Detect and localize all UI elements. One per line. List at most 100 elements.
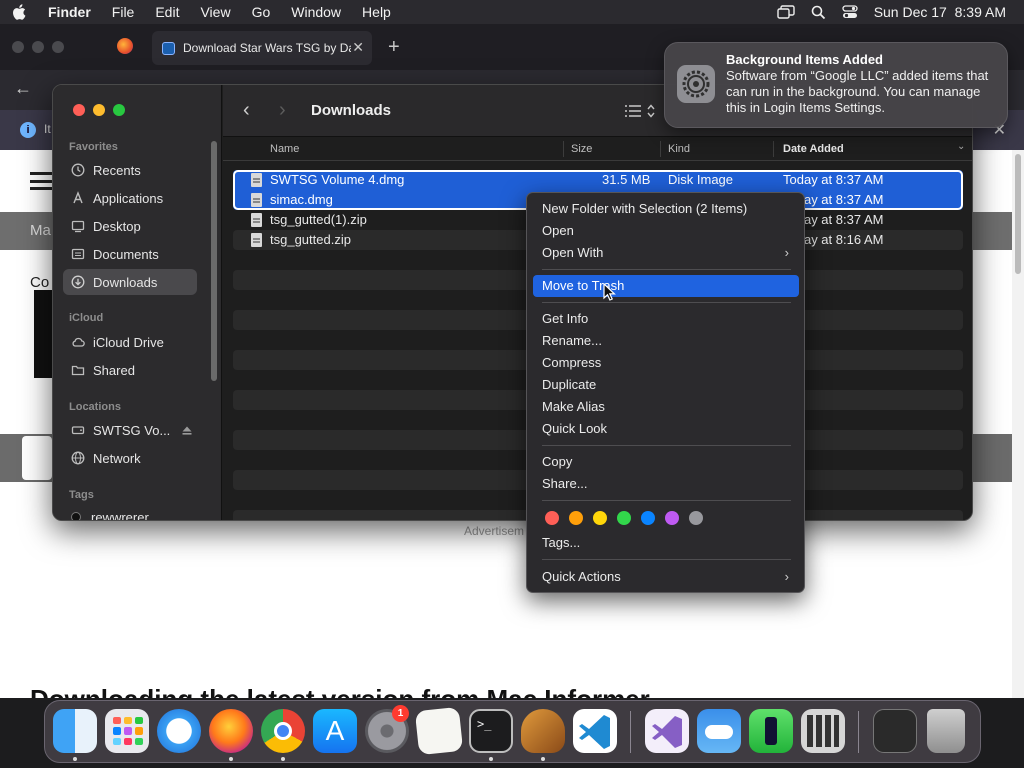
- browser-scroll-thumb[interactable]: [1015, 154, 1021, 274]
- app-store-icon[interactable]: A: [313, 709, 357, 753]
- browser-minimize-button[interactable]: [32, 41, 44, 53]
- chrome-icon[interactable]: [261, 709, 305, 753]
- sidebar-item-applications[interactable]: Applications: [63, 185, 197, 211]
- file-name: SWTSG Volume 4.dmg: [270, 172, 405, 187]
- menu-item-quick-actions[interactable]: Quick Actions ›: [533, 566, 799, 588]
- facetime-icon[interactable]: [749, 709, 793, 753]
- menu-item-open-with[interactable]: Open With ›: [533, 242, 799, 264]
- menu-view[interactable]: View: [200, 4, 230, 20]
- eject-icon[interactable]: [182, 426, 192, 435]
- visual-studio-icon[interactable]: [645, 709, 689, 753]
- menu-item-move-to-trash[interactable]: Move to Trash: [533, 275, 799, 297]
- tag-gray-icon[interactable]: [689, 511, 703, 525]
- hamburger-menu-icon[interactable]: [30, 172, 52, 190]
- terminal-icon[interactable]: >_: [469, 709, 513, 753]
- tag-orange-icon[interactable]: [569, 511, 583, 525]
- launchpad-icon[interactable]: [105, 709, 149, 753]
- menu-item-open[interactable]: Open: [533, 220, 799, 242]
- running-indicator: [229, 757, 233, 761]
- mouse-pointer-icon: [603, 283, 616, 301]
- menu-help[interactable]: Help: [362, 4, 391, 20]
- menu-app-name[interactable]: Finder: [48, 4, 91, 20]
- tag-blue-icon[interactable]: [641, 511, 655, 525]
- new-tab-icon[interactable]: +: [388, 36, 400, 59]
- context-menu: New Folder with Selection (2 Items) Open…: [526, 192, 805, 593]
- menu-item-make-alias[interactable]: Make Alias: [533, 396, 799, 418]
- menu-item-new-folder-with-selection[interactable]: New Folder with Selection (2 Items): [533, 198, 799, 220]
- forward-chevron-icon[interactable]: ›: [279, 99, 286, 122]
- sidebar-item-documents[interactable]: Documents: [63, 241, 197, 267]
- firefox-icon[interactable]: [209, 709, 253, 753]
- menu-item-rename[interactable]: Rename...: [533, 330, 799, 352]
- browser-tab[interactable]: Download Star Wars TSG by Da ✕: [152, 31, 372, 65]
- browser-zoom-button[interactable]: [52, 41, 64, 53]
- calculator-icon[interactable]: [801, 709, 845, 753]
- download-icon: [71, 275, 85, 289]
- column-header-date-added[interactable]: Date Added: [783, 143, 844, 155]
- web-text-fragment: Co: [30, 274, 50, 291]
- vscode-icon[interactable]: [573, 709, 617, 753]
- file-row[interactable]: SWTSG Volume 4.dmg 31.5 MB Disk Image To…: [233, 170, 963, 190]
- menu-item-duplicate[interactable]: Duplicate: [533, 374, 799, 396]
- sidebar-item-network[interactable]: Network: [63, 445, 197, 471]
- globe-icon: [71, 451, 85, 465]
- finder-zoom-button[interactable]: [113, 104, 125, 116]
- browser-scrollbar[interactable]: [1012, 150, 1024, 698]
- menu-item-share[interactable]: Share...: [533, 473, 799, 495]
- finder-app-icon[interactable]: [53, 709, 97, 753]
- notification-banner[interactable]: Background Items Added Software from “Go…: [664, 42, 1008, 128]
- dock: A 1 >_: [44, 700, 981, 763]
- menu-item-copy[interactable]: Copy: [533, 451, 799, 473]
- apple-logo-icon[interactable]: [12, 3, 28, 21]
- tag-yellow-icon[interactable]: [593, 511, 607, 525]
- menu-item-get-info[interactable]: Get Info: [533, 308, 799, 330]
- back-chevron-icon[interactable]: ‹: [243, 99, 250, 122]
- sidebar-item-shared[interactable]: Shared: [63, 357, 197, 383]
- sidebar-item-icloud-drive[interactable]: iCloud Drive: [63, 329, 197, 355]
- sidebar-item-recents[interactable]: Recents: [63, 157, 197, 183]
- screenshot-folder-icon[interactable]: [873, 709, 917, 753]
- menu-edit[interactable]: Edit: [155, 4, 179, 20]
- menu-file[interactable]: File: [112, 4, 135, 20]
- tag-red-icon[interactable]: [545, 511, 559, 525]
- browser-back-icon[interactable]: ←: [14, 78, 32, 99]
- tag-purple-icon[interactable]: [665, 511, 679, 525]
- column-header-kind[interactable]: Kind: [668, 143, 690, 155]
- finder-close-button[interactable]: [73, 104, 85, 116]
- sidebar-scrollbar[interactable]: [211, 141, 217, 381]
- menu-separator: [542, 500, 791, 501]
- textedit-icon[interactable]: [414, 706, 464, 756]
- sidebar-item-swtsg-volume[interactable]: SWTSG Vo...: [63, 417, 197, 443]
- system-settings-icon: [677, 65, 715, 103]
- sidebar-item-desktop[interactable]: Desktop: [63, 213, 197, 239]
- running-indicator: [541, 757, 545, 761]
- tab-favicon-icon: [162, 41, 175, 55]
- menu-item-quick-look[interactable]: Quick Look: [533, 418, 799, 440]
- column-header-name[interactable]: Name: [270, 143, 299, 155]
- control-center-icon[interactable]: [842, 5, 858, 19]
- menu-item-compress[interactable]: Compress: [533, 352, 799, 374]
- cloud-icon: [72, 337, 85, 347]
- menubar-clock[interactable]: Sun Dec 17 8:39 AM: [874, 4, 1006, 20]
- menu-go[interactable]: Go: [252, 4, 271, 20]
- sort-chevron-icon[interactable]: ⌄: [957, 141, 965, 152]
- tag-green-icon[interactable]: [617, 511, 631, 525]
- running-indicator: [73, 757, 77, 761]
- sidebar-item-tag[interactable]: rewwrerer: [63, 504, 197, 520]
- menu-item-tags[interactable]: Tags...: [533, 532, 799, 554]
- column-header-size[interactable]: Size: [571, 143, 592, 155]
- menu-window[interactable]: Window: [291, 4, 341, 20]
- spotlight-search-icon[interactable]: [811, 5, 826, 20]
- trash-icon[interactable]: [927, 709, 965, 753]
- window-title: Downloads: [311, 102, 392, 119]
- finder-minimize-button[interactable]: [93, 104, 105, 116]
- tab-close-icon[interactable]: ✕: [352, 39, 364, 56]
- screen-mirroring-icon[interactable]: [776, 5, 795, 19]
- safari-icon[interactable]: [157, 709, 201, 753]
- guitar-app-icon[interactable]: [521, 709, 565, 753]
- weather-icon[interactable]: [697, 709, 741, 753]
- firefox-view-icon[interactable]: [117, 38, 133, 54]
- sidebar-item-downloads[interactable]: Downloads: [63, 269, 197, 295]
- browser-close-button[interactable]: [12, 41, 24, 53]
- list-view-icon[interactable]: [623, 103, 657, 119]
